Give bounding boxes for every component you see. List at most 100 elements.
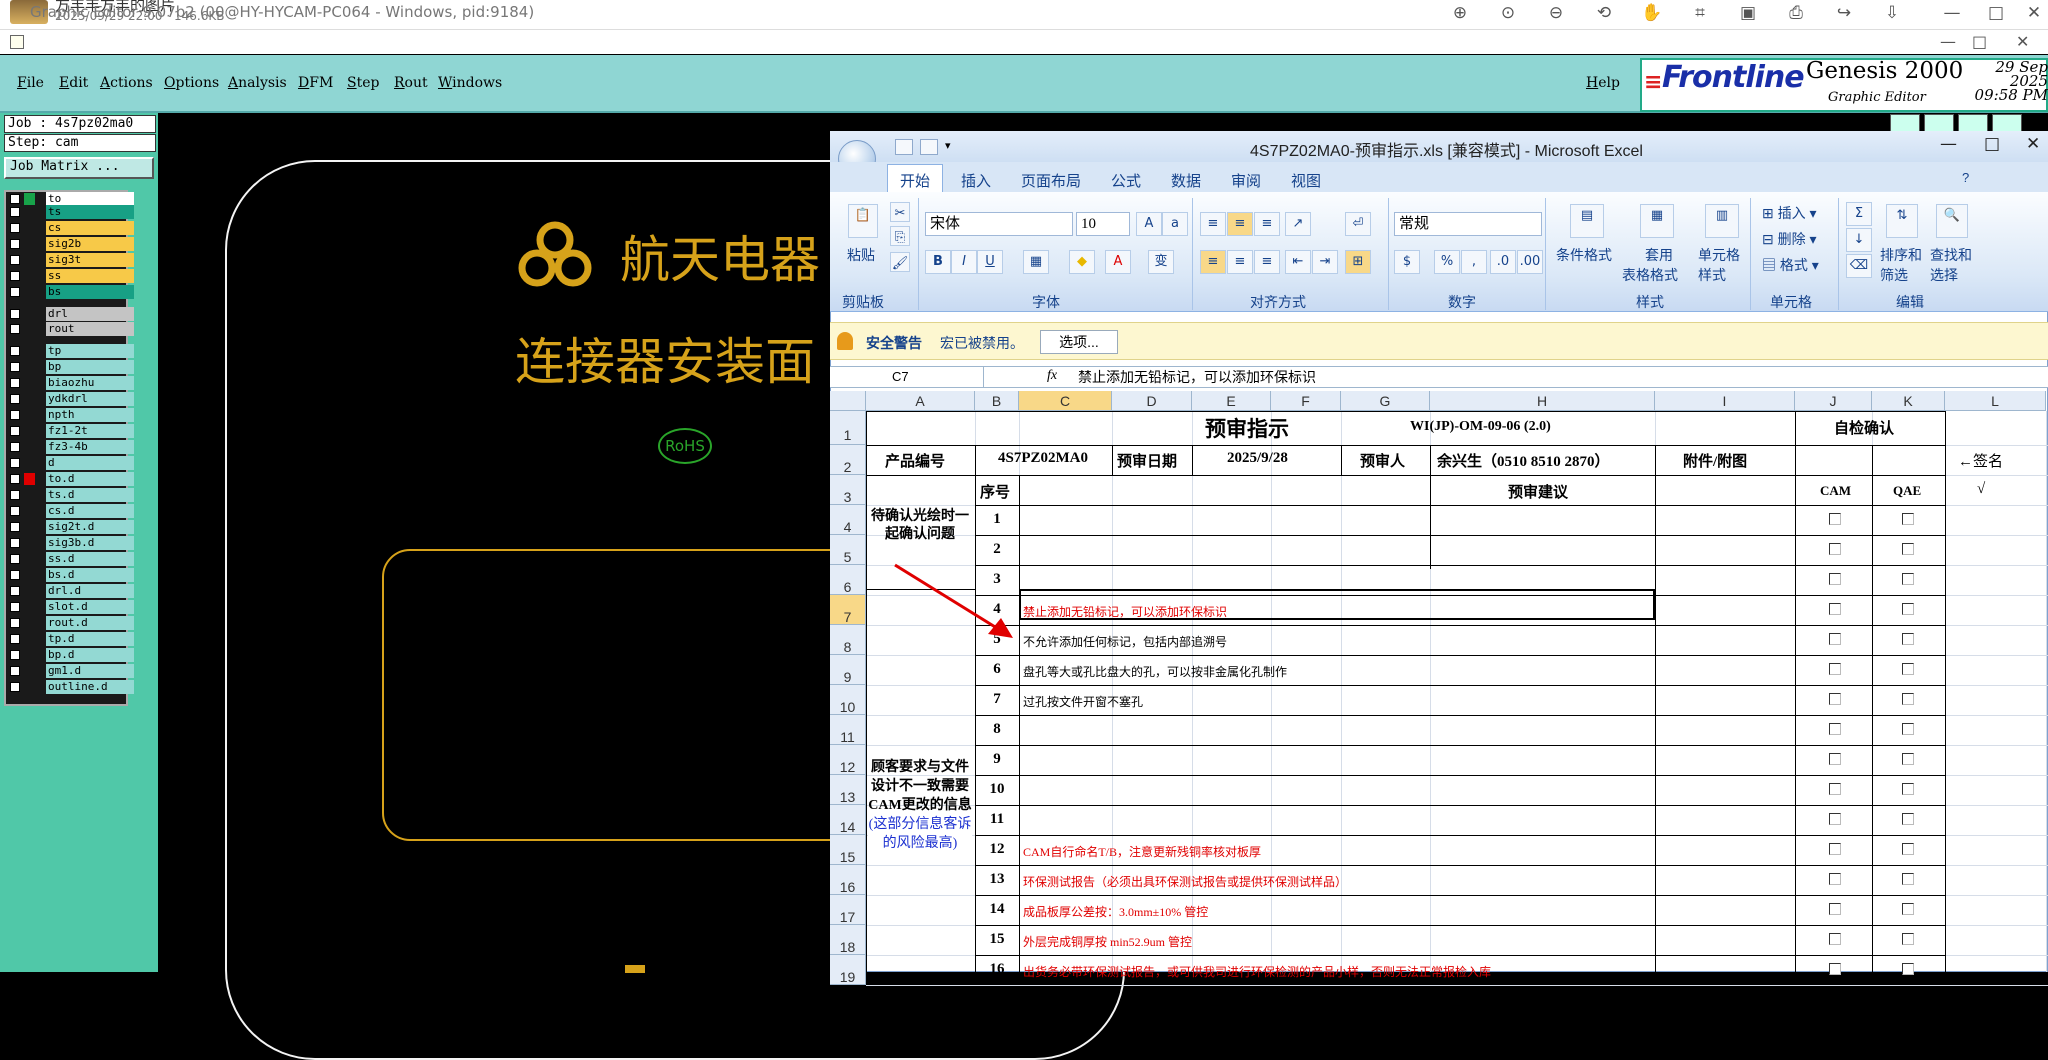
excel-minimize-icon[interactable]: —: [1940, 134, 1957, 154]
qae-checkbox[interactable]: [1902, 963, 1914, 975]
layer-color-swatch[interactable]: [24, 425, 35, 437]
layer-row[interactable]: tp: [8, 344, 134, 358]
layer-row[interactable]: sig3t: [8, 253, 134, 267]
qae-checkbox[interactable]: [1902, 543, 1914, 555]
layer-color-swatch[interactable]: [24, 222, 35, 234]
bold-icon[interactable]: B: [925, 250, 951, 274]
menu-windows[interactable]: Windows: [438, 75, 502, 91]
cam-checkbox[interactable]: [1829, 753, 1841, 765]
layer-row[interactable]: sig2b: [8, 237, 134, 251]
menu-options[interactable]: Options: [164, 75, 219, 91]
undo-icon[interactable]: [920, 139, 938, 155]
layer-name[interactable]: bp: [46, 360, 134, 374]
qae-checkbox[interactable]: [1902, 843, 1914, 855]
layer-name[interactable]: cs: [46, 221, 134, 235]
layer-color-swatch[interactable]: [24, 393, 35, 405]
cam-checkbox[interactable]: [1829, 513, 1841, 525]
row-header[interactable]: 15: [830, 835, 866, 865]
qae-checkbox[interactable]: [1902, 663, 1914, 675]
row-header[interactable]: 17: [830, 895, 866, 925]
layer-color-swatch[interactable]: [24, 633, 35, 645]
font-size-select[interactable]: 10: [1076, 212, 1130, 236]
merge-center-icon[interactable]: ⊞: [1345, 250, 1371, 274]
qae-checkbox[interactable]: [1902, 633, 1914, 645]
layer-name[interactable]: bp.d: [46, 648, 134, 662]
layer-name[interactable]: rout: [46, 322, 134, 336]
cell-style-label-1[interactable]: 单元格: [1698, 245, 1740, 265]
row-header[interactable]: 19: [830, 955, 866, 985]
layer-checkbox[interactable]: [10, 410, 20, 420]
menu-actions[interactable]: Actions: [100, 75, 153, 91]
row-header[interactable]: 7: [830, 595, 866, 625]
layer-name[interactable]: npth: [46, 408, 134, 422]
sort-label-1[interactable]: 排序和: [1880, 245, 1922, 265]
tab-data[interactable]: 数据: [1171, 170, 1201, 191]
layer-row[interactable]: cs: [8, 221, 134, 235]
qae-checkbox[interactable]: [1902, 933, 1914, 945]
layer-checkbox[interactable]: [10, 522, 20, 532]
layer-color-swatch[interactable]: [24, 193, 35, 205]
clear-icon[interactable]: ⌫: [1846, 254, 1872, 278]
layer-color-swatch[interactable]: [24, 665, 35, 677]
layer-checkbox[interactable]: [10, 650, 20, 660]
fill-icon[interactable]: ↓: [1846, 228, 1872, 252]
table-format-icon[interactable]: ▦: [1640, 204, 1674, 238]
cam-checkbox[interactable]: [1829, 963, 1841, 975]
layer-checkbox[interactable]: [10, 490, 20, 500]
grow-font-icon[interactable]: A: [1136, 212, 1162, 236]
sort-filter-icon[interactable]: ⇅: [1886, 204, 1918, 238]
layer-row[interactable]: sig3b.d: [8, 536, 134, 550]
qae-checkbox[interactable]: [1902, 813, 1914, 825]
layer-row[interactable]: to: [8, 192, 134, 206]
excel-close-icon[interactable]: ✕: [2026, 134, 2040, 154]
layer-row[interactable]: biaozhu: [8, 376, 134, 390]
layer-checkbox[interactable]: [10, 442, 20, 452]
decrease-indent-icon[interactable]: ⇤: [1285, 250, 1311, 274]
format-painter-icon[interactable]: 🖌: [890, 252, 910, 272]
viewer-close-icon[interactable]: ✕: [2022, 3, 2046, 23]
column-header[interactable]: A: [866, 391, 975, 411]
row-header[interactable]: 18: [830, 925, 866, 955]
layer-name[interactable]: slot.d: [46, 600, 134, 614]
layer-checkbox[interactable]: [10, 255, 20, 265]
column-header[interactable]: B: [975, 391, 1019, 411]
excel-maximize-icon[interactable]: □: [1984, 134, 2000, 154]
column-header[interactable]: H: [1430, 391, 1655, 411]
layer-name[interactable]: ydkdrl: [46, 392, 134, 406]
ge-close-icon[interactable]: ✕: [2016, 32, 2029, 51]
menu-help[interactable]: Help: [1586, 75, 1620, 91]
row-header[interactable]: 4: [830, 505, 866, 535]
column-header[interactable]: L: [1945, 391, 2046, 411]
menu-edit[interactable]: Edit: [59, 75, 88, 91]
layer-row[interactable]: cs.d: [8, 504, 134, 518]
column-header[interactable]: E: [1192, 391, 1271, 411]
layer-checkbox[interactable]: [10, 346, 20, 356]
column-header[interactable]: C: [1019, 391, 1112, 411]
cam-checkbox[interactable]: [1829, 633, 1841, 645]
layer-color-swatch[interactable]: [24, 441, 35, 453]
layer-name[interactable]: ss.d: [46, 552, 134, 566]
tab-formulas[interactable]: 公式: [1111, 170, 1141, 191]
layer-name[interactable]: bs.d: [46, 568, 134, 582]
orientation-icon[interactable]: ↗: [1285, 212, 1311, 236]
layer-color-swatch[interactable]: [24, 681, 35, 693]
row-header[interactable]: 2: [830, 445, 866, 475]
layer-name[interactable]: ss: [46, 269, 134, 283]
security-options-button[interactable]: 选项...: [1040, 330, 1118, 354]
align-left-icon[interactable]: ≡: [1200, 250, 1226, 274]
percent-icon[interactable]: %: [1434, 250, 1460, 274]
row-header[interactable]: 1: [830, 411, 866, 445]
layer-row[interactable]: npth: [8, 408, 134, 422]
tab-page-layout[interactable]: 页面布局: [1021, 170, 1081, 191]
layer-checkbox[interactable]: [10, 287, 20, 297]
layer-name[interactable]: biaozhu: [46, 376, 134, 390]
layer-checkbox[interactable]: [10, 324, 20, 334]
cam-checkbox[interactable]: [1829, 603, 1841, 615]
layer-row[interactable]: bs.d: [8, 568, 134, 582]
decrease-decimal-icon[interactable]: .00: [1517, 250, 1543, 274]
row-header[interactable]: 16: [830, 865, 866, 895]
tab-insert[interactable]: 插入: [961, 170, 991, 191]
layer-checkbox[interactable]: [10, 207, 20, 217]
format-cells-button[interactable]: ▤ 格式 ▾: [1762, 255, 1819, 275]
qat-dropdown-icon[interactable]: ▾: [945, 139, 955, 155]
